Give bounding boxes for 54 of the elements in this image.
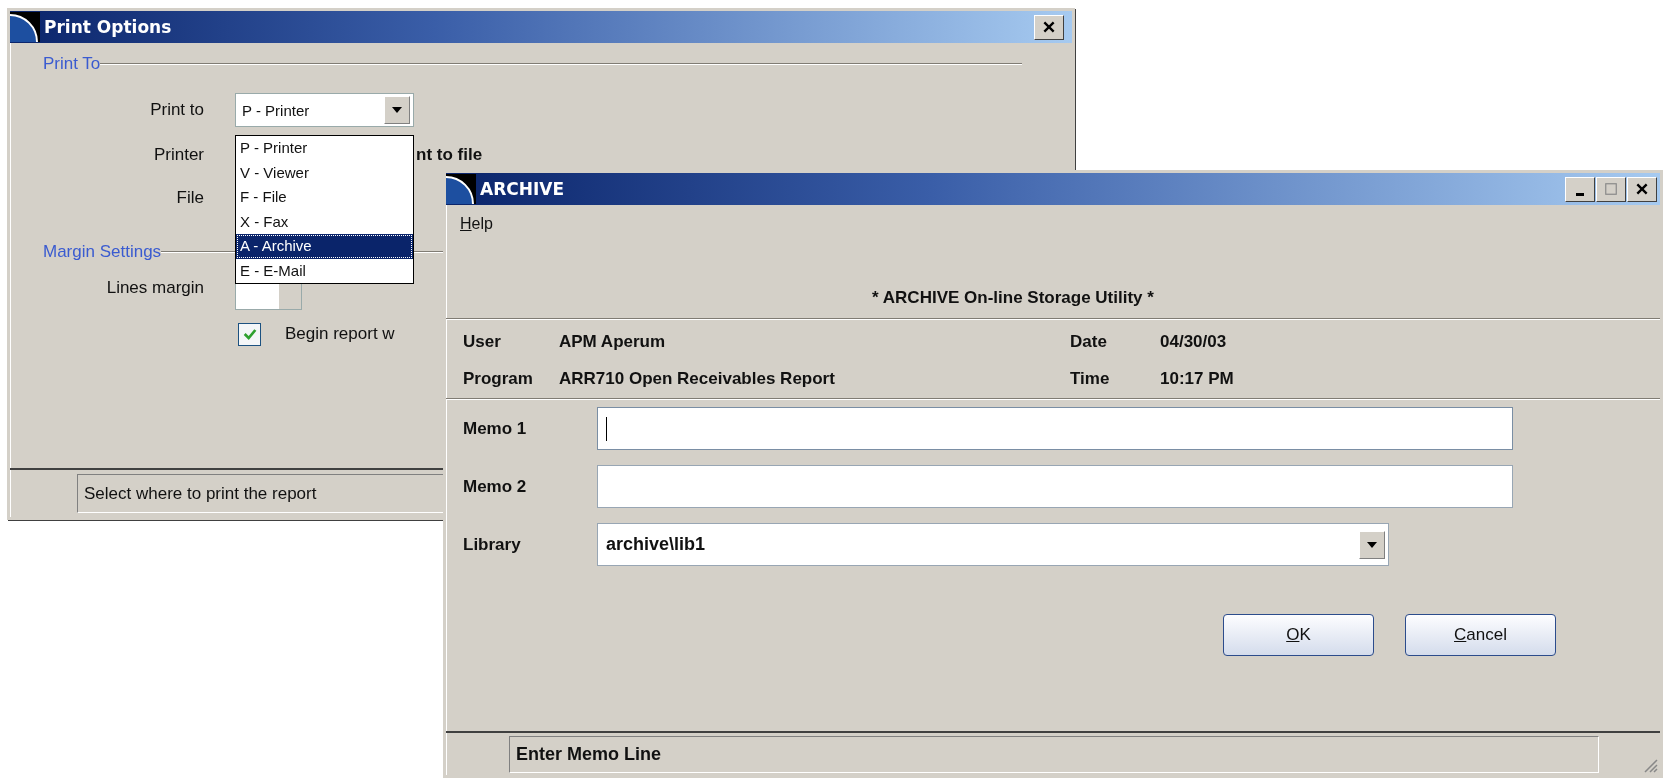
info-value: ARR710 Open Receivables Report (559, 368, 835, 389)
print-to-dropdown[interactable]: P - Printer (235, 93, 414, 127)
logo-icon (446, 174, 476, 204)
field-label: Lines margin (105, 278, 204, 298)
field-label: Memo 2 (462, 476, 528, 497)
info-value: 04/30/03 (1160, 331, 1227, 352)
info-label: Time (1070, 368, 1111, 389)
checkbox[interactable] (238, 322, 261, 346)
utility-heading: * ARCHIVE On-line Storage Utility * (872, 288, 1154, 308)
close-icon (1042, 20, 1056, 34)
info-value: 10:17 PM (1160, 368, 1234, 389)
close-button[interactable] (1034, 14, 1064, 40)
window-title: ARCHIVE (480, 179, 565, 199)
number-spinner[interactable] (235, 282, 302, 310)
dialog-button[interactable]: Cancel (1405, 614, 1556, 656)
checkmark-icon (241, 326, 258, 342)
field-label: Memo 1 (462, 418, 528, 439)
caret-icon (392, 107, 402, 113)
dropdown-option[interactable]: E - E-Mail (236, 258, 413, 283)
dropdown-option[interactable]: V - Viewer (236, 160, 413, 185)
minimize-icon (1576, 192, 1584, 196)
status-text: Select where to print the report (84, 483, 317, 504)
memo-field[interactable] (597, 407, 1513, 450)
menu-item[interactable]: Help (460, 215, 493, 233)
field-label: File (175, 188, 204, 208)
section-heading: Print To (43, 54, 101, 74)
minimize-button[interactable] (1565, 176, 1595, 202)
logo-icon (10, 12, 40, 42)
dropdown-option[interactable]: A - Archive (236, 234, 413, 259)
info-label: User (463, 331, 502, 352)
text-cursor (606, 416, 607, 441)
checkbox-label: Begin report w (285, 324, 395, 344)
info-label: Program (463, 368, 534, 389)
status-text: Enter Memo Line (516, 743, 662, 765)
info-label: Date (1070, 331, 1108, 352)
maximize-button[interactable] (1596, 176, 1626, 202)
maximize-icon (1604, 182, 1618, 196)
dropdown-option[interactable]: F - File (236, 185, 413, 210)
checkbox-label: nt to file (416, 145, 483, 165)
close-button[interactable] (1627, 176, 1657, 202)
library-dropdown[interactable]: archive\lib1 (597, 523, 1389, 566)
resize-grip-icon[interactable] (1642, 757, 1658, 773)
window-title: Print Options (44, 17, 172, 37)
memo-field[interactable] (597, 465, 1513, 508)
field-label: Printer (152, 145, 204, 165)
dialog-button[interactable]: OK (1223, 614, 1374, 656)
info-value: APM Aperum (559, 331, 666, 352)
caret-icon (1367, 541, 1377, 548)
section-heading: Margin Settings (43, 242, 162, 262)
dropdown-option[interactable]: P - Printer (236, 136, 413, 161)
dropdown-option[interactable]: X - Fax (236, 209, 413, 234)
field-label: Library (462, 534, 522, 555)
close-icon (1635, 182, 1649, 196)
field-label: Print to (149, 100, 204, 120)
